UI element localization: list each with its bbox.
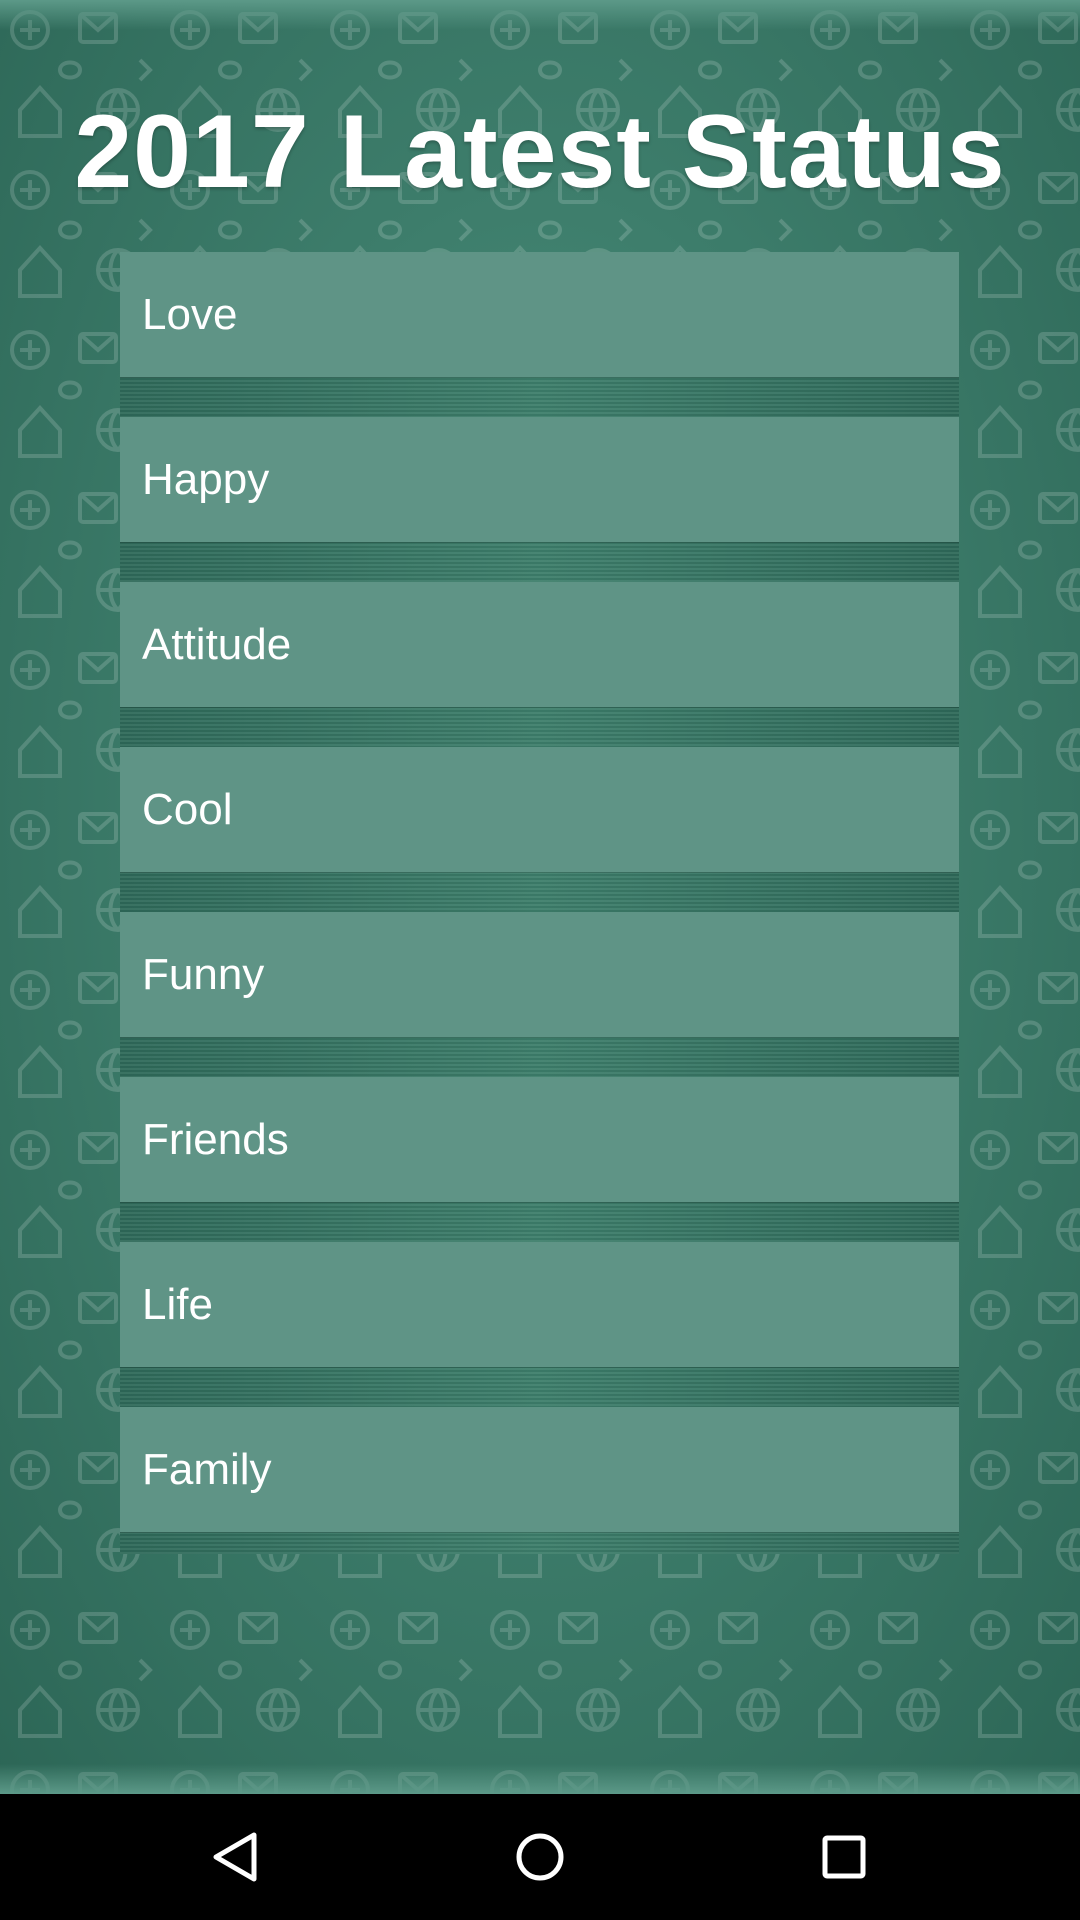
category-item-happy[interactable]: Happy — [120, 417, 959, 542]
home-button[interactable] — [490, 1807, 590, 1907]
category-label: Cool — [142, 785, 233, 834]
category-item-family[interactable]: Family — [120, 1407, 959, 1532]
category-label: Friends — [142, 1115, 289, 1164]
recents-icon — [822, 1835, 866, 1879]
back-icon — [213, 1832, 257, 1882]
category-item-cool[interactable]: Cool — [120, 747, 959, 872]
category-item-attitude[interactable]: Attitude — [120, 582, 959, 707]
category-label: Happy — [142, 455, 270, 504]
app-screen: 2017 Latest Status Love Happy Attitude C… — [0, 0, 1080, 1794]
category-label: Attitude — [142, 620, 292, 669]
system-navigation-bar — [0, 1794, 1080, 1920]
category-list: Love Happy Attitude Cool Funny Friends L… — [120, 252, 959, 1554]
top-frame-edge — [0, 0, 1080, 30]
recents-button[interactable] — [794, 1807, 894, 1907]
category-item-love[interactable]: Love — [120, 252, 959, 377]
category-label: Family — [142, 1445, 272, 1494]
category-label: Life — [142, 1280, 213, 1329]
category-item-friends[interactable]: Friends — [120, 1077, 959, 1202]
category-label: Funny — [142, 950, 265, 999]
bottom-frame-edge — [0, 1764, 1080, 1794]
category-item-life[interactable]: Life — [120, 1242, 959, 1367]
category-label: Love — [142, 290, 238, 339]
home-icon — [516, 1833, 564, 1881]
back-button[interactable] — [186, 1807, 286, 1907]
category-item-funny[interactable]: Funny — [120, 912, 959, 1037]
page-title: 2017 Latest Status — [74, 94, 1006, 210]
